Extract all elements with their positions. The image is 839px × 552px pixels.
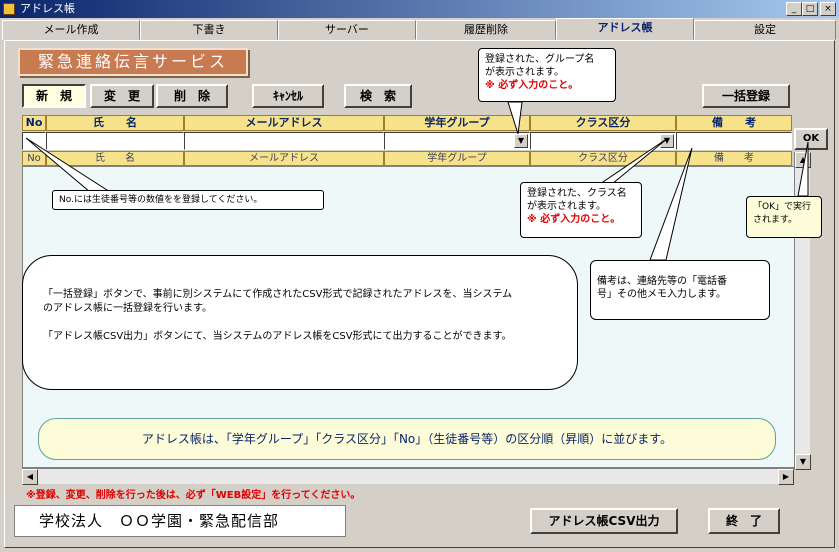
maximize-icon[interactable]: □ xyxy=(802,2,818,16)
class-callout-line2: が表示されます。 xyxy=(527,201,606,212)
group-callout-line1: 登録された、グループ名 xyxy=(485,54,595,65)
class-callout-line1: 登録された、クラス名 xyxy=(527,188,627,199)
new-button[interactable]: 新 規 xyxy=(22,84,86,108)
header-mail: メールアドレス xyxy=(184,115,384,131)
scroll-right-icon[interactable]: ▶ xyxy=(778,469,794,485)
group-callout-required: ※ 必ず入力のこと。 xyxy=(485,80,579,91)
tab-server[interactable]: サーバー xyxy=(278,20,416,40)
minimize-icon[interactable]: _ xyxy=(786,2,802,16)
csv-export-button[interactable]: アドレス帳CSV出力 xyxy=(530,508,678,534)
window-title: アドレス帳 xyxy=(20,2,75,15)
sort-note: アドレス帳は、「学年グループ」「クラス区分」「No」（生徒番号等）の区分順（昇順… xyxy=(38,418,776,460)
bulk-info-callout: 「一括登録」ボタンで、事前に別システムにて作成されたCSV形式で記録されたアドレ… xyxy=(22,255,578,390)
scroll-up-icon[interactable]: ▲ xyxy=(795,152,811,168)
tab-mail-compose[interactable]: メール作成 xyxy=(2,20,140,40)
close-icon[interactable]: × xyxy=(820,2,836,16)
bulk-info-line3: 「アドレス帳CSV出力」ボタンにて、当システムのアドレス帳をCSV形式にて出力す… xyxy=(43,331,512,342)
ok-callout: 「OK」で実行 されます。 xyxy=(746,196,822,238)
note-callout-line1: 備考は、連絡先等の「電話番 xyxy=(597,276,727,287)
class-callout-required: ※ 必ず入力のこと。 xyxy=(527,214,621,225)
header-grade-group: 学年グループ xyxy=(384,115,530,131)
organization-name: 学校法人 ＯＯ学園・緊急配信部 xyxy=(14,505,346,537)
group-callout: 登録された、グループ名 が表示されます。 ※ 必ず入力のこと。 xyxy=(478,48,616,102)
web-settings-warning: ※登録、変更、削除を行った後は、必ず「WEB設定」を行ってください。 xyxy=(26,490,361,501)
app-icon xyxy=(3,3,15,15)
group-callout-line2: が表示されます。 xyxy=(485,67,564,78)
search-button[interactable]: 検 索 xyxy=(344,84,412,108)
list-header-grade-group: 学年グループ xyxy=(384,151,530,166)
header-no: No xyxy=(22,115,46,131)
no-hint-callout: No.には生徒番号等の数値をを登録してください。 xyxy=(52,190,324,210)
exit-button[interactable]: 終 了 xyxy=(708,508,780,534)
class-select[interactable]: ▼ xyxy=(530,132,676,150)
list-header-name: 氏 名 xyxy=(46,151,184,166)
service-title: 緊急連絡伝言サービス xyxy=(18,48,248,76)
no-input[interactable] xyxy=(22,132,46,150)
bulk-info-line1: 「一括登録」ボタンで、事前に別システムにて作成されたCSV形式で記録されたアドレ… xyxy=(43,289,513,300)
chevron-down-icon[interactable]: ▼ xyxy=(660,134,674,148)
list-header-class: クラス区分 xyxy=(530,151,676,166)
list-header-no: No xyxy=(22,151,46,166)
tab-history-delete[interactable]: 履歴削除 xyxy=(416,20,556,40)
edit-button[interactable]: 変 更 xyxy=(90,84,154,108)
grade-group-select[interactable]: ▼ xyxy=(384,132,530,150)
bulk-register-button[interactable]: 一括登録 xyxy=(702,84,790,108)
horizontal-scrollbar[interactable]: ◀ ▶ xyxy=(22,468,794,485)
tab-address-book[interactable]: アドレス帳 xyxy=(556,18,694,40)
note-callout: 備考は、連絡先等の「電話番 号」その他メモ入力します。 xyxy=(590,260,770,320)
name-input[interactable] xyxy=(46,132,184,150)
mail-input[interactable] xyxy=(184,132,384,150)
ok-button[interactable]: OK xyxy=(794,128,828,150)
list-header-mail: メールアドレス xyxy=(184,151,384,166)
title-bar: アドレス帳 xyxy=(0,0,839,18)
header-name: 氏 名 xyxy=(46,115,184,131)
class-callout: 登録された、クラス名 が表示されます。 ※ 必ず入力のこと。 xyxy=(520,182,642,238)
header-class: クラス区分 xyxy=(530,115,676,131)
delete-button[interactable]: 削 除 xyxy=(156,84,228,108)
scroll-down-icon[interactable]: ▼ xyxy=(795,454,811,470)
note-callout-line2: 号」その他メモ入力します。 xyxy=(597,289,726,300)
scroll-left-icon[interactable]: ◀ xyxy=(22,469,38,485)
list-header-note: 備 考 xyxy=(676,151,792,166)
tab-bar: メール作成 下書き サーバー 履歴削除 アドレス帳 設定 xyxy=(0,18,839,40)
note-input[interactable] xyxy=(676,132,792,150)
tab-settings[interactable]: 設定 xyxy=(694,20,836,40)
header-note: 備 考 xyxy=(676,115,792,131)
chevron-down-icon[interactable]: ▼ xyxy=(514,134,528,148)
tab-drafts[interactable]: 下書き xyxy=(140,20,278,40)
bulk-info-line2: のアドレス帳に一括登録を行います。 xyxy=(43,303,212,314)
cancel-button[interactable]: ｷｬﾝｾﾙ xyxy=(252,84,324,108)
ok-callout-line2: されます。 xyxy=(753,215,798,225)
ok-callout-line1: 「OK」で実行 xyxy=(753,202,811,212)
no-hint-text: No.には生徒番号等の数値をを登録してください。 xyxy=(59,195,263,205)
